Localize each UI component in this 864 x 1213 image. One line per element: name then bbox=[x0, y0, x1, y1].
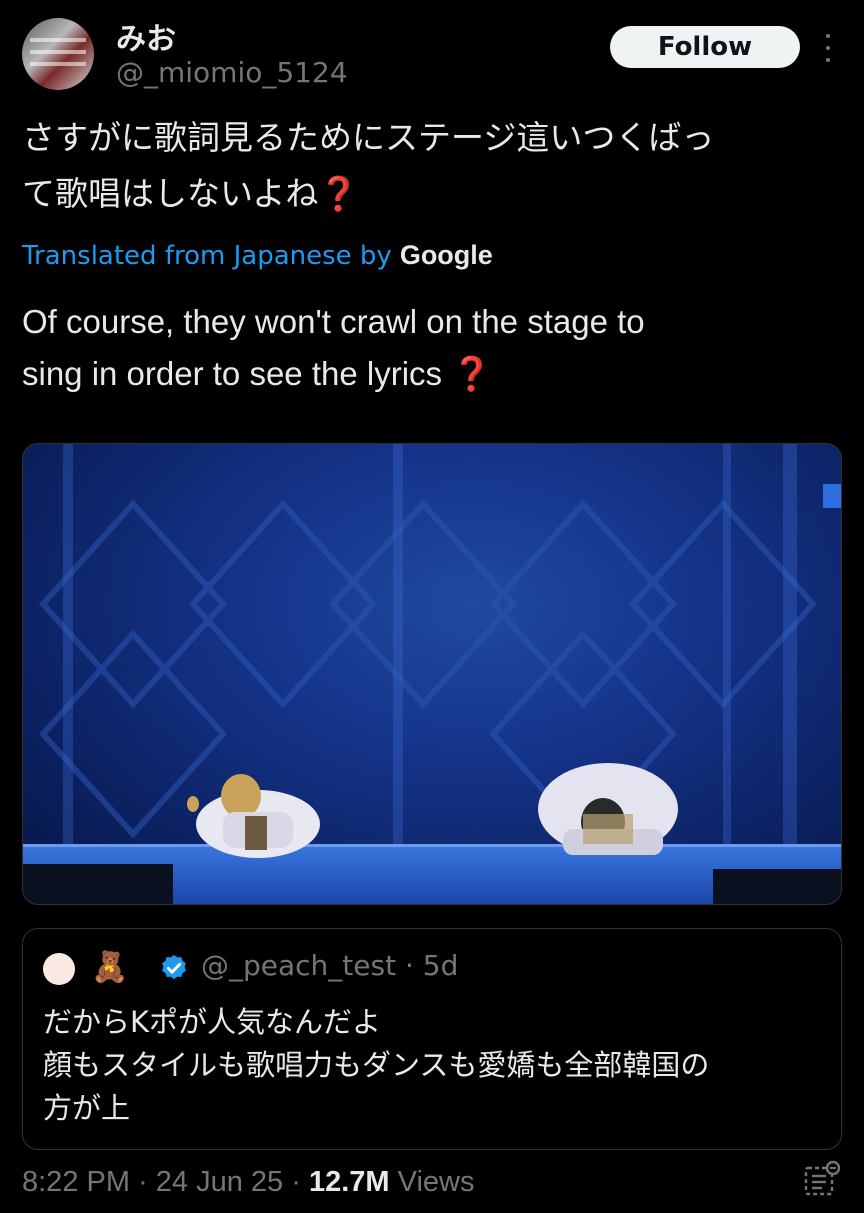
question-mark-icon: ❓ bbox=[318, 174, 360, 213]
stage-photo bbox=[23, 444, 841, 904]
author-handle[interactable]: @_miomio_5124 bbox=[116, 56, 348, 89]
translated-by-link[interactable]: Translated from Japanese by Google bbox=[22, 240, 493, 271]
verified-badge-icon bbox=[162, 954, 186, 980]
quote-handle[interactable]: @_peach_test bbox=[201, 949, 396, 982]
quote-text: だからKポが人気なんだよ 顔もスタイルも歌唱力もダンスも愛嬌も全部韓国の 方が上 bbox=[43, 1001, 833, 1130]
analytics-icon[interactable] bbox=[802, 1160, 842, 1198]
tweet: みお @_miomio_5124 Follow さすがに歌詞見るためにステージ這… bbox=[0, 0, 864, 1213]
post-date[interactable]: 24 Jun 25 bbox=[156, 1166, 283, 1198]
views-count: 12.7M bbox=[308, 1166, 390, 1198]
tweet-media-photo[interactable] bbox=[22, 443, 842, 905]
translation-line: Of course, they won't crawl on the stage… bbox=[22, 303, 645, 340]
separator-dot: · bbox=[404, 949, 414, 982]
performer-right bbox=[538, 763, 678, 855]
more-vertical-icon[interactable] bbox=[818, 34, 838, 62]
post-time[interactable]: 8:22 PM bbox=[22, 1166, 130, 1198]
teddy-bear-emoji: 🧸 bbox=[91, 950, 129, 985]
translation-text: Of course, they won't crawl on the stage… bbox=[22, 296, 842, 400]
author-display-name[interactable]: みお bbox=[116, 14, 176, 58]
google-logo: Google bbox=[399, 240, 493, 270]
quote-text-line: 顔もスタイルも歌唱力もダンスも愛嬌も全部韓国の bbox=[43, 1048, 710, 1082]
tweet-text: さすがに歌詞見るためにステージ這いつくばっ て歌唱はしないよね❓ bbox=[22, 110, 842, 222]
views-label: Views bbox=[397, 1166, 475, 1198]
quote-text-line: 方が上 bbox=[43, 1091, 131, 1125]
tweet-meta: 8:22 PM · 24 Jun 25 · 12.7M Views bbox=[22, 1166, 475, 1199]
tweet-text-line: て歌唱はしないよね bbox=[22, 174, 319, 213]
quoted-tweet[interactable]: 🧸 @_peach_test · 5d だからKポが人気なんだよ 顔もスタイルも… bbox=[22, 928, 842, 1150]
translation-line: sing in order to see the lyrics bbox=[22, 355, 443, 392]
translated-prefix: Translated from Japanese by bbox=[22, 240, 392, 271]
quote-author-avatar[interactable] bbox=[43, 953, 75, 985]
tweet-text-line: さすがに歌詞見るためにステージ這いつくばっ bbox=[22, 118, 715, 157]
quote-age: 5d bbox=[422, 949, 459, 982]
separator-dot: · bbox=[291, 1166, 301, 1198]
separator-dot: · bbox=[138, 1166, 148, 1198]
question-mark-icon: ❓ bbox=[451, 355, 493, 392]
follow-button[interactable]: Follow bbox=[610, 26, 800, 68]
quote-text-line: だからKポが人気なんだよ bbox=[43, 1005, 382, 1039]
author-avatar[interactable] bbox=[22, 18, 94, 90]
quote-handle-line: @_peach_test · 5d bbox=[201, 949, 458, 982]
